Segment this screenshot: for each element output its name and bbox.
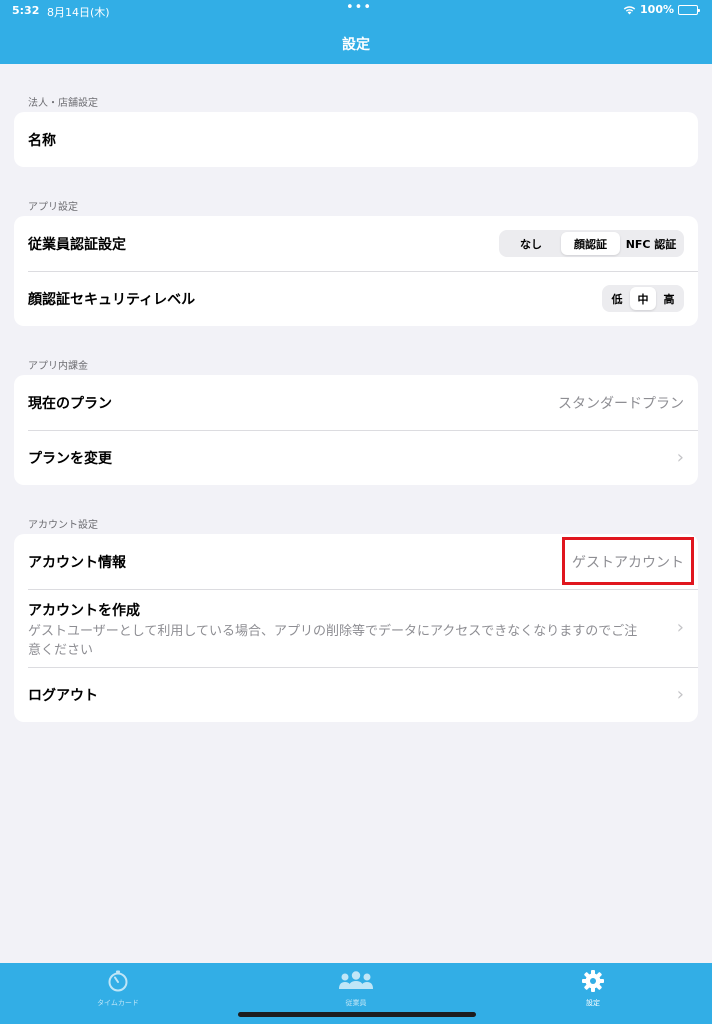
row-description: ゲストユーザーとして利用している場合、アプリの削除等でデータにアクセスできなくな…: [28, 624, 638, 658]
tab-label: 従業員: [345, 999, 367, 1007]
row-current-plan: 現在のプラン スタンダードプラン: [14, 375, 698, 430]
card-app: 従業員認証設定 なし 顔認証 NFC 認証 顔認証セキュリティレベル 低 中 高: [14, 216, 698, 326]
row-label: アカウント情報: [28, 554, 126, 571]
section-header-app: アプリ設定: [28, 202, 78, 213]
row-create-account[interactable]: アカウントを作成 ゲストユーザーとして利用している場合、アプリの削除等でデータに…: [14, 589, 698, 667]
auth-segmented-control[interactable]: なし 顔認証 NFC 認証: [499, 230, 684, 257]
row-label: 現在のプラン: [28, 395, 112, 412]
status-date: 8月14日(木): [47, 6, 110, 19]
seg-option-face[interactable]: 顔認証: [561, 232, 620, 255]
plan-value: スタンダードプラン: [558, 395, 684, 412]
gear-icon: [582, 970, 604, 992]
chevron-right-icon: ›: [676, 447, 684, 468]
people-icon: [339, 971, 373, 989]
row-label: アカウントを作成: [28, 603, 140, 619]
security-segmented-control[interactable]: 低 中 高: [602, 285, 684, 312]
row-change-plan[interactable]: プランを変更 ›: [14, 430, 698, 485]
seg-option-none[interactable]: なし: [501, 232, 561, 255]
row-label: 従業員認証設定: [28, 236, 126, 253]
multitasking-dots-icon[interactable]: •••: [346, 0, 372, 15]
top-bar: 5:32 8月14日(木) ••• 100% 設定: [0, 0, 712, 64]
row-name[interactable]: 名称: [14, 112, 698, 167]
card-billing: 現在のプラン スタンダードプラン プランを変更 ›: [14, 375, 698, 485]
seg-option-low[interactable]: 低: [604, 287, 630, 310]
row-label: 名称: [28, 132, 56, 149]
row-logout[interactable]: ログアウト ›: [14, 667, 698, 722]
chevron-right-icon: ›: [676, 617, 684, 638]
tab-settings[interactable]: 設定: [533, 969, 653, 1008]
seg-option-high[interactable]: 高: [656, 287, 682, 310]
card-corporate: 名称: [14, 112, 698, 167]
seg-option-medium[interactable]: 中: [630, 287, 656, 310]
row-employee-auth: 従業員認証設定 なし 顔認証 NFC 認証: [14, 216, 698, 271]
tab-label: 設定: [586, 999, 600, 1007]
section-header-billing: アプリ内課金: [28, 361, 88, 372]
status-time: 5:32: [12, 4, 40, 17]
battery-icon: [678, 4, 700, 15]
row-label: 顔認証セキュリティレベル: [28, 291, 196, 308]
wifi-icon: [623, 5, 636, 14]
status-right: 100%: [623, 3, 700, 16]
row-security-level: 顔認証セキュリティレベル 低 中 高: [14, 271, 698, 326]
seg-option-nfc[interactable]: NFC 認証: [620, 232, 682, 255]
tab-employees[interactable]: 従業員: [296, 969, 416, 1008]
row-label: ログアウト: [28, 687, 98, 704]
row-label: プランを変更: [28, 450, 112, 467]
battery-percent: 100%: [640, 3, 674, 16]
section-header-account: アカウント設定: [28, 520, 98, 531]
page-title: 設定: [342, 37, 370, 53]
tab-timecard[interactable]: タイムカード: [58, 969, 178, 1008]
highlight-box: [562, 537, 694, 585]
home-indicator: [238, 1012, 476, 1017]
tab-label: タイムカード: [97, 999, 139, 1007]
chevron-right-icon: ›: [676, 684, 684, 705]
timer-icon: [108, 970, 128, 992]
section-header-corporate: 法人・店舗設定: [28, 98, 98, 109]
